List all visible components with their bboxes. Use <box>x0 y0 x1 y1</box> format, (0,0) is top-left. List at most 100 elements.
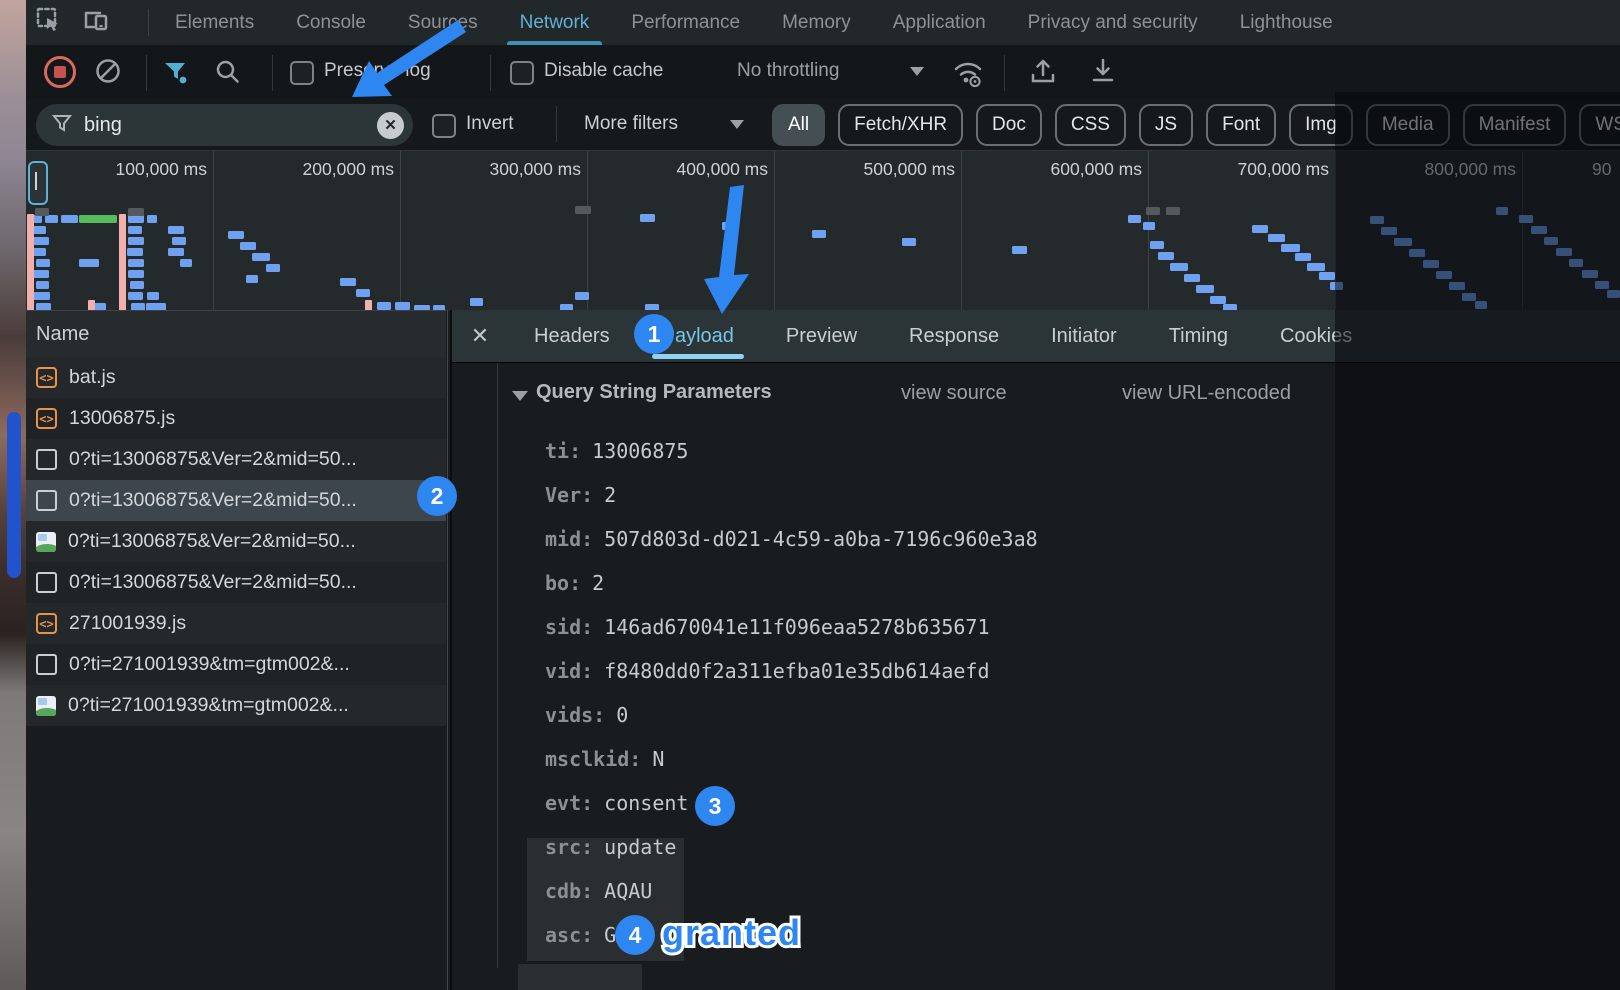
overview-gridline <box>961 151 962 311</box>
tab-lighthouse[interactable]: Lighthouse <box>1219 0 1354 45</box>
query-param-row: mid:507d803d-d021-4c59-a0ba-7196c960e3a8 <box>545 525 1038 553</box>
waterfall-bar <box>33 237 49 245</box>
tab-privacy-and-security[interactable]: Privacy and security <box>1007 0 1219 45</box>
overview-time-label: 500,000 ms <box>864 159 955 180</box>
import-har-icon[interactable] <box>1028 57 1058 92</box>
tab-network[interactable]: Network <box>499 0 611 45</box>
type-filter-js[interactable]: JS <box>1139 104 1193 146</box>
type-filter-fetch-xhr[interactable]: Fetch/XHR <box>838 104 963 146</box>
disable-cache-checkbox[interactable] <box>510 61 534 85</box>
param-key: msclkid: <box>545 747 641 771</box>
search-icon[interactable] <box>214 58 241 90</box>
table-row[interactable]: <>bat.js <box>26 357 446 398</box>
tab-elements[interactable]: Elements <box>154 0 275 45</box>
tab-performance[interactable]: Performance <box>610 0 761 45</box>
request-name: 0?ti=13006875&Ver=2&mid=50... <box>69 489 357 512</box>
section-collapse-icon[interactable] <box>512 391 528 401</box>
clear-filter-icon[interactable]: ✕ <box>377 112 404 139</box>
device-toolbar-icon[interactable] <box>82 7 110 38</box>
waterfall-bar <box>1462 293 1476 301</box>
more-filters-button[interactable]: More filters <box>584 113 678 135</box>
details-tab-timing[interactable]: Timing <box>1143 310 1254 362</box>
type-filter-font[interactable]: Font <box>1206 104 1276 146</box>
details-tab-headers[interactable]: Headers <box>508 310 636 362</box>
invert-filter-checkbox[interactable] <box>432 114 456 138</box>
query-param-row: msclkid: N <box>545 745 1038 773</box>
throttling-select[interactable]: No throttling <box>737 60 839 82</box>
devtools-screenshot: ElementsConsoleSourcesNetworkPerformance… <box>0 0 1620 990</box>
overview-drag-handle[interactable] <box>28 161 48 205</box>
filter-funnel-icon <box>52 113 72 138</box>
table-row[interactable]: 0?ti=13006875&Ver=2&mid=50... <box>26 439 446 480</box>
param-key: vid: <box>545 659 593 683</box>
param-key: mid: <box>545 527 593 551</box>
details-tab-initiator[interactable]: Initiator <box>1025 310 1143 362</box>
param-key: asc: <box>545 923 593 947</box>
waterfall-bar <box>1128 215 1141 223</box>
table-row[interactable]: 0?ti=271001939&tm=gtm002&... <box>26 644 446 685</box>
table-row[interactable]: 0?ti=13006875&Ver=2&mid=50... <box>26 521 446 562</box>
overview-gridline <box>774 151 775 311</box>
waterfall-bar <box>246 275 258 283</box>
payload-indent-line <box>497 363 498 968</box>
query-string-parameters-title[interactable]: Query String Parameters <box>536 381 772 404</box>
tab-memory[interactable]: Memory <box>761 0 872 45</box>
waterfall-bar <box>1569 259 1583 267</box>
js-file-icon: <> <box>36 613 57 634</box>
query-param-row: bo:2 <box>545 569 1038 597</box>
type-filter-manifest[interactable]: Manifest <box>1463 104 1567 146</box>
view-source-link[interactable]: view source <box>901 382 1007 405</box>
table-row[interactable]: <>271001939.js <box>26 603 446 644</box>
inspect-element-icon[interactable] <box>36 7 62 38</box>
request-name: 0?ti=271001939&tm=gtm002&... <box>68 694 349 717</box>
overview-time-label: 400,000 ms <box>677 159 768 180</box>
waterfall-bar <box>1170 263 1188 271</box>
param-value: 146ad670041e11f096eaa5278b635671 <box>604 615 989 639</box>
details-tab-payload[interactable]: Payload <box>636 310 760 362</box>
record-network-log-button[interactable] <box>44 56 76 88</box>
network-toolbar: Preserve log Disable cache No throttling <box>26 45 1620 100</box>
table-row[interactable]: <>13006875.js <box>26 398 446 439</box>
type-filter-all[interactable]: All <box>772 104 825 146</box>
param-value: N <box>652 747 664 771</box>
throttling-caret-icon <box>910 67 924 76</box>
type-filter-img[interactable]: Img <box>1289 104 1353 146</box>
doc-file-icon <box>36 449 57 470</box>
tab-application[interactable]: Application <box>872 0 1007 45</box>
close-details-icon[interactable]: ✕ <box>452 310 508 362</box>
overview-time-label: 90 <box>1592 159 1611 180</box>
table-row[interactable]: 0?ti=271001939&tm=gtm002&... <box>26 685 446 726</box>
waterfall-bar <box>1436 271 1452 279</box>
waterfall-bar <box>1475 301 1487 309</box>
network-conditions-icon[interactable] <box>950 56 986 93</box>
type-filter-media[interactable]: Media <box>1366 104 1450 146</box>
table-row[interactable]: 0?ti=13006875&Ver=2&mid=50... <box>26 562 446 603</box>
export-har-icon[interactable] <box>1088 57 1118 92</box>
filter-input[interactable]: bing ✕ <box>36 104 413 146</box>
doc-file-icon <box>36 490 57 511</box>
waterfall-bar <box>266 264 280 272</box>
type-filter-doc[interactable]: Doc <box>976 104 1042 146</box>
waterfall-bar <box>1252 225 1268 233</box>
waterfall-bar <box>377 302 391 310</box>
preserve-log-checkbox[interactable] <box>290 61 314 85</box>
preserve-log-label: Preserve log <box>324 60 431 82</box>
name-column-header[interactable]: Name <box>26 310 446 358</box>
tab-sources[interactable]: Sources <box>387 0 499 45</box>
waterfall-bar <box>1166 207 1180 215</box>
query-param-row: evt:consent <box>545 789 1038 817</box>
clear-network-log-icon[interactable] <box>95 58 121 89</box>
details-tab-response[interactable]: Response <box>883 310 1025 362</box>
tab-console[interactable]: Console <box>275 0 387 45</box>
network-overview[interactable]: 100,000 ms200,000 ms300,000 ms400,000 ms… <box>26 150 1620 311</box>
filter-icon[interactable] <box>162 58 190 91</box>
details-tab-preview[interactable]: Preview <box>760 310 883 362</box>
table-row[interactable]: 0?ti=13006875&Ver=2&mid=50... <box>26 480 446 521</box>
details-tab-cookies[interactable]: Cookies <box>1254 310 1378 362</box>
type-filter-ws[interactable]: WS <box>1579 104 1620 146</box>
invert-filter-label: Invert <box>466 113 514 135</box>
img-file-icon <box>36 532 56 552</box>
type-filter-css[interactable]: CSS <box>1055 104 1126 146</box>
waterfall-bar <box>1381 227 1397 235</box>
view-url-encoded-link[interactable]: view URL-encoded <box>1122 382 1291 405</box>
